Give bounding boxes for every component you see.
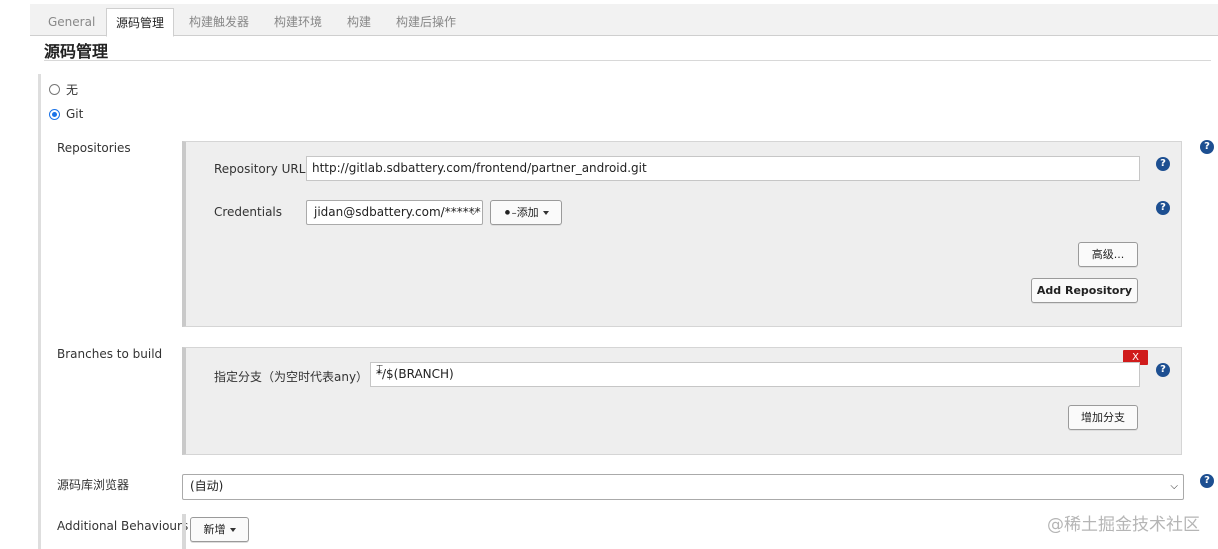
tab-post-build-actions[interactable]: 构建后操作 xyxy=(387,8,465,36)
credentials-value: jidan@sdbattery.com/****** xyxy=(314,205,481,219)
title-divider xyxy=(44,60,1211,61)
additional-behaviours-label: Additional Behaviours xyxy=(57,519,189,533)
key-icon: ⚫– xyxy=(503,208,517,219)
credentials-help-icon[interactable]: ? xyxy=(1156,201,1170,215)
tab-general[interactable]: General xyxy=(39,8,104,36)
repository-panel: Repository URL http://gitlab.sdbattery.c… xyxy=(182,141,1182,327)
repo-browser-value: (自动) xyxy=(190,479,224,493)
credentials-label: Credentials xyxy=(214,205,283,219)
tab-build-environment[interactable]: 构建环境 xyxy=(265,8,331,36)
radio-none[interactable] xyxy=(49,84,60,95)
repositories-help-icon[interactable]: ? xyxy=(1200,140,1214,154)
text-cursor-icon: ⌶ xyxy=(376,362,384,376)
caret-down-icon xyxy=(542,211,549,215)
chevron-down-icon: ⌵ xyxy=(1170,481,1178,492)
scm-option-none[interactable]: 无 xyxy=(49,81,78,98)
add-credentials-label: 添加 xyxy=(516,206,539,219)
repository-url-input[interactable]: http://gitlab.sdbattery.com/frontend/par… xyxy=(306,156,1140,181)
chevron-down-icon: ⌵ xyxy=(469,207,477,218)
tab-bar: General 源码管理 构建触发器 构建环境 构建 构建后操作 xyxy=(30,4,1218,37)
scm-option-git[interactable]: Git xyxy=(49,107,83,121)
repository-url-help-icon[interactable]: ? xyxy=(1156,157,1170,171)
section-title: 源码管理 xyxy=(44,42,109,61)
watermark: @稀土掘金技术社区 xyxy=(1047,515,1200,535)
branch-panel: X 指定分支（为空时代表any） */$(BRANCH) ? 增加分支 xyxy=(182,347,1182,455)
repo-browser-help-icon[interactable]: ? xyxy=(1200,474,1214,488)
repo-browser-select[interactable]: (自动) ⌵ xyxy=(182,474,1184,500)
credentials-select[interactable]: jidan@sdbattery.com/****** ⌵ xyxy=(306,200,483,225)
tab-build-triggers[interactable]: 构建触发器 xyxy=(180,8,258,36)
add-behaviour-button[interactable]: 新增 xyxy=(190,517,249,542)
add-credentials-button[interactable]: ⚫–添加 xyxy=(490,200,562,225)
additional-behaviours-bar xyxy=(182,514,186,549)
branch-specifier-help-icon[interactable]: ? xyxy=(1156,363,1170,377)
repo-browser-label: 源码库浏览器 xyxy=(57,478,130,492)
add-repository-button[interactable]: Add Repository xyxy=(1031,278,1138,303)
radio-git[interactable] xyxy=(49,108,60,120)
scm-option-git-label: Git xyxy=(66,107,84,121)
tab-source-control[interactable]: 源码管理 xyxy=(106,8,175,37)
scm-option-none-label: 无 xyxy=(66,83,79,97)
section-indent-bar xyxy=(38,74,41,549)
caret-down-icon xyxy=(229,528,236,532)
advanced-button[interactable]: 高级... xyxy=(1078,242,1138,267)
repositories-label: Repositories xyxy=(57,141,131,155)
tab-build[interactable]: 构建 xyxy=(338,8,380,36)
add-behaviour-label: 新增 xyxy=(203,523,226,536)
add-branch-button[interactable]: 增加分支 xyxy=(1068,405,1138,430)
repository-url-label: Repository URL xyxy=(214,162,306,176)
branches-label: Branches to build xyxy=(57,347,163,361)
branch-specifier-label: 指定分支（为空时代表any） xyxy=(214,370,369,384)
branch-specifier-input[interactable]: */$(BRANCH) xyxy=(370,362,1140,387)
